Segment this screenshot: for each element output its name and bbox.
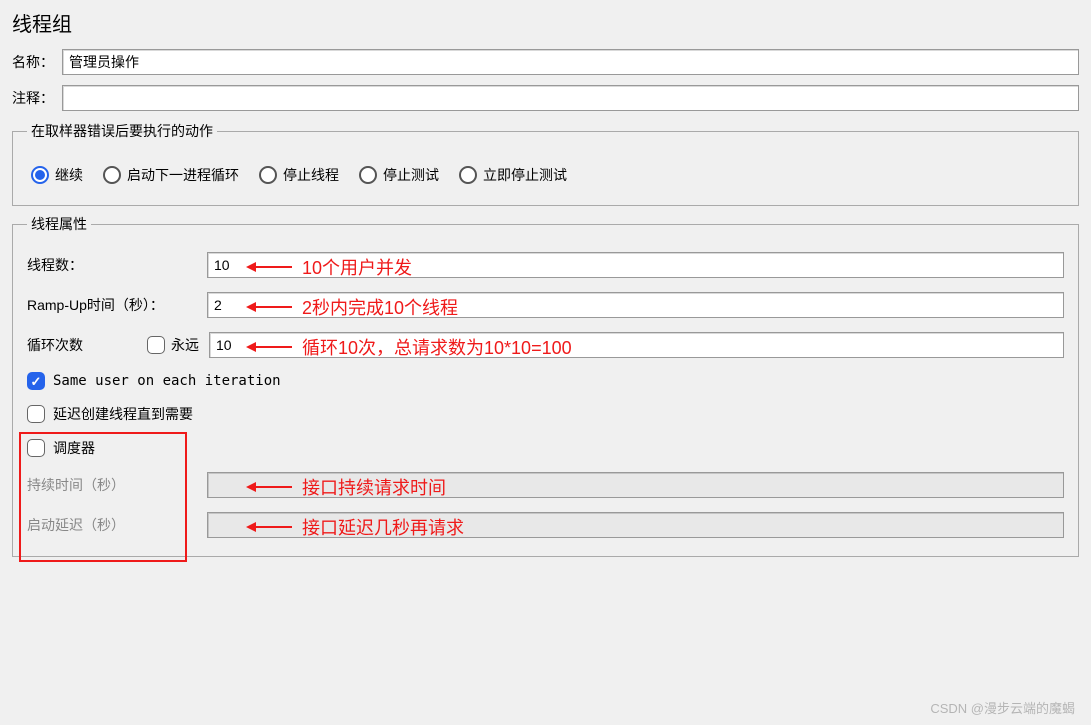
scheduler-section: 调度器 持续时间（秒） 接口持续请求时间 启动延迟（秒） 接口延迟几秒再请求 [27, 438, 1064, 538]
name-label: 名称： [12, 52, 62, 72]
startup-delay-input [207, 512, 1064, 538]
radio-next-loop[interactable]: 启动下一进程循环 [103, 165, 239, 185]
checkbox-icon [147, 336, 165, 354]
radio-continue[interactable]: 继续 [31, 165, 83, 185]
radio-label: 继续 [55, 165, 83, 185]
radio-icon [31, 166, 49, 184]
delay-create-label: 延迟创建线程直到需要 [53, 404, 193, 424]
scheduler-label: 调度器 [53, 438, 95, 458]
threads-input[interactable] [207, 252, 1064, 278]
threads-label: 线程数： [27, 255, 207, 275]
error-action-options: 继续 启动下一进程循环 停止线程 停止测试 立即停止测试 [27, 159, 1064, 191]
comment-row: 注释： [12, 85, 1079, 111]
comment-label: 注释： [12, 88, 62, 108]
radio-icon [259, 166, 277, 184]
loop-row: 循环次数 永远 循环10次，总请求数为10*10=100 [27, 332, 1064, 358]
rampup-row: Ramp-Up时间（秒）： 2秒内完成10个线程 [27, 292, 1064, 318]
startup-delay-row: 启动延迟（秒） 接口延迟几秒再请求 [27, 512, 1064, 538]
comment-input[interactable] [62, 85, 1079, 111]
name-input[interactable] [62, 49, 1079, 75]
loop-input[interactable] [209, 332, 1064, 358]
scheduler-row[interactable]: 调度器 [27, 438, 1064, 458]
forever-label: 永远 [171, 335, 199, 355]
threads-row: 线程数： 10个用户并发 [27, 252, 1064, 278]
radio-label: 立即停止测试 [483, 165, 567, 185]
page-title: 线程组 [12, 8, 1079, 37]
duration-label: 持续时间（秒） [27, 475, 207, 495]
duration-input [207, 472, 1064, 498]
thread-props-legend: 线程属性 [27, 214, 91, 234]
radio-stop-test-now[interactable]: 立即停止测试 [459, 165, 567, 185]
radio-icon [459, 166, 477, 184]
radio-stop-test[interactable]: 停止测试 [359, 165, 439, 185]
name-row: 名称： [12, 49, 1079, 75]
duration-row: 持续时间（秒） 接口持续请求时间 [27, 472, 1064, 498]
radio-label: 停止测试 [383, 165, 439, 185]
delay-create-row[interactable]: 延迟创建线程直到需要 [27, 404, 1064, 424]
checkbox-icon [27, 405, 45, 423]
radio-icon [103, 166, 121, 184]
radio-label: 停止线程 [283, 165, 339, 185]
rampup-label: Ramp-Up时间（秒）： [27, 295, 207, 315]
same-user-label: Same user on each iteration [53, 373, 281, 389]
error-action-group: 在取样器错误后要执行的动作 继续 启动下一进程循环 停止线程 停止测试 立即停止… [12, 121, 1079, 206]
radio-stop-thread[interactable]: 停止线程 [259, 165, 339, 185]
rampup-input[interactable] [207, 292, 1064, 318]
watermark: CSDN @漫步云端的魔蝎 [930, 698, 1075, 717]
radio-label: 启动下一进程循环 [127, 165, 239, 185]
startup-delay-label: 启动延迟（秒） [27, 515, 207, 535]
checkbox-icon [27, 372, 45, 390]
same-user-row[interactable]: Same user on each iteration [27, 372, 1064, 390]
error-action-legend: 在取样器错误后要执行的动作 [27, 121, 217, 141]
forever-checkbox-wrap[interactable]: 永远 [147, 335, 199, 355]
thread-props-group: 线程属性 线程数： 10个用户并发 Ramp-Up时间（秒）： 2秒内完成10个… [12, 214, 1079, 557]
radio-icon [359, 166, 377, 184]
checkbox-icon [27, 439, 45, 457]
